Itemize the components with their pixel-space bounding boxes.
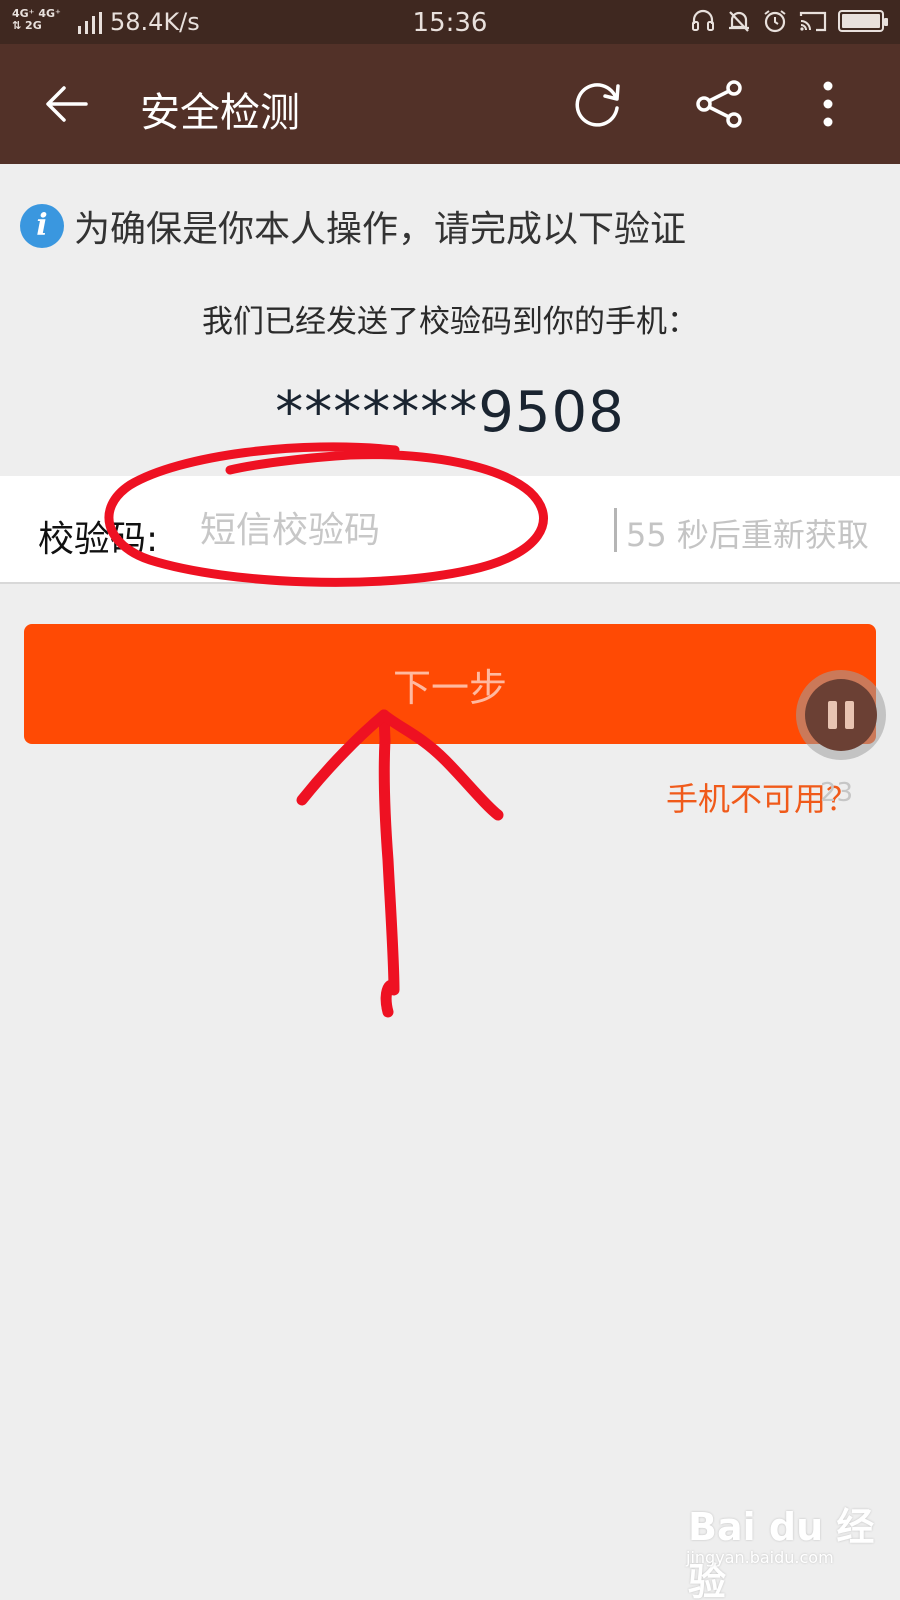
back-button[interactable]	[40, 80, 96, 128]
headset-icon	[692, 9, 714, 31]
verification-code-row: 校验码: 55 秒后重新获取	[0, 476, 900, 584]
code-label: 校验码:	[38, 519, 159, 560]
floating-recorder-button[interactable]	[796, 670, 886, 760]
next-step-button[interactable]: 下一步	[24, 624, 876, 744]
watermark-url: jingyan.baidu.com	[686, 1548, 834, 1567]
divider	[614, 508, 617, 552]
back-arrow-icon	[46, 86, 88, 122]
alarm-icon	[764, 10, 786, 33]
share-button[interactable]	[694, 78, 746, 130]
baidu-jingyan-watermark: Bai du 经验 jingyan.baidu.com	[680, 1490, 880, 1600]
more-options-button[interactable]	[818, 78, 838, 130]
sms-code-input[interactable]	[200, 502, 600, 558]
annotation-arrow-shaft	[378, 709, 400, 1018]
status-icons	[690, 8, 888, 34]
battery-icon	[838, 10, 888, 32]
refresh-icon	[575, 83, 620, 127]
more-vert-icon	[823, 81, 833, 127]
refresh-button[interactable]	[572, 78, 624, 130]
app-bar: 安全检测	[0, 44, 900, 164]
bell-muted-icon	[729, 11, 749, 32]
cast-icon	[799, 11, 827, 32]
floating-recorder-count: 23	[820, 778, 854, 808]
status-bar: 4G⁺ 4G⁺ ⇅ 2G 58.4K/s 15:36	[0, 0, 900, 44]
share-icon	[696, 80, 742, 128]
code-sent-message: 我们已经发送了校验码到你的手机：	[202, 304, 698, 340]
page-title: 安全检测	[140, 90, 300, 136]
verification-notice: i 为确保是你本人操作，请完成以下验证	[20, 200, 686, 252]
info-icon: i	[20, 204, 64, 248]
resend-countdown[interactable]: 55 秒后重新获取	[626, 510, 869, 556]
masked-phone-number: *******9508	[275, 380, 625, 445]
pause-icon	[805, 679, 877, 751]
notice-text: 为确保是你本人操作，请完成以下验证	[74, 209, 687, 250]
